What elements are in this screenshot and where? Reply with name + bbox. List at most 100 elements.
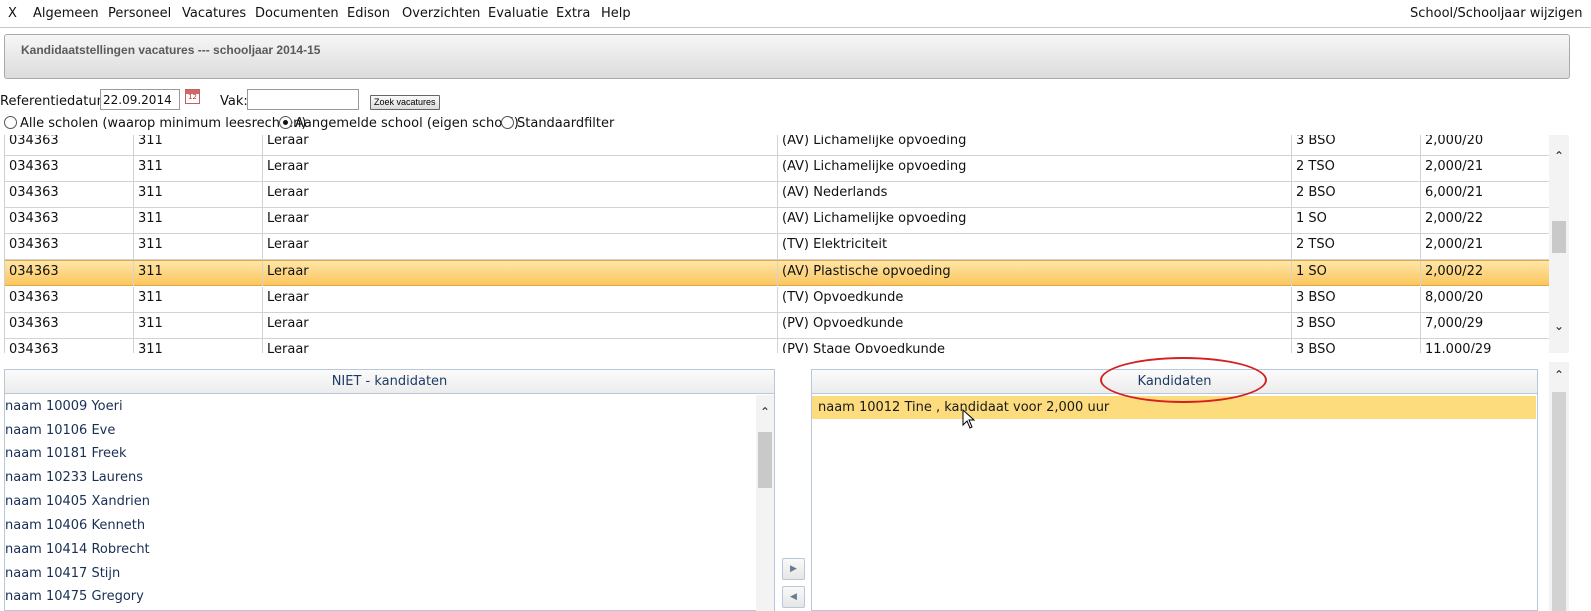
cell-number: 311 [134, 261, 263, 286]
cell-number: 311 [134, 339, 263, 353]
cell-function: Leraar [263, 287, 778, 312]
vacancy-table-scrollbar[interactable]: ⌃ ⌄ [1549, 135, 1569, 353]
menu-algemeen[interactable]: Algemeen [33, 6, 99, 21]
cell-grade: 1 SO [1292, 261, 1421, 286]
table-row[interactable]: 034363 311 Leraar (AV) Nederlands 2 BSO … [5, 182, 1549, 208]
table-row-selected[interactable]: 034363 311 Leraar (AV) Plastische opvoed… [5, 260, 1549, 286]
table-row[interactable]: 034363 311 Leraar (AV) Lichamelijke opvo… [5, 208, 1549, 234]
list-item[interactable]: naam 10417 Stijn [5, 563, 120, 585]
cell-function: Leraar [263, 261, 778, 286]
cell-code: 034363 [5, 287, 134, 312]
cell-subject: (TV) Opvoedkunde [778, 287, 1292, 312]
cell-grade: 3 BSO [1292, 313, 1421, 338]
cell-function: Leraar [263, 208, 778, 233]
search-vacancies-button[interactable]: Zoek vacatures [370, 95, 440, 110]
list-item[interactable]: naam 10475 Gregory [5, 586, 144, 608]
cell-hours: 2,000/20 [1421, 135, 1549, 155]
cell-subject: (AV) Lichamelijke opvoeding [778, 135, 1292, 155]
menu-bar: X Algemeen Personeel Vacatures Documente… [0, 0, 1591, 28]
menu-vacatures[interactable]: Vacatures [182, 6, 246, 21]
table-row[interactable]: 034363 311 Leraar (TV) Elektriciteit 2 T… [5, 234, 1549, 260]
cell-function: Leraar [263, 339, 778, 353]
cell-number: 311 [134, 313, 263, 338]
scrollbar-thumb[interactable] [758, 432, 772, 488]
list-item[interactable]: naam 10009 Yoeri [5, 396, 123, 418]
page-header: Kandidaatstellingen vacatures --- school… [4, 34, 1570, 79]
calendar-icon[interactable] [185, 89, 200, 104]
cell-subject: (PV) Opvoedkunde [778, 313, 1292, 338]
cell-hours: 2,000/22 [1421, 208, 1549, 233]
menu-documenten[interactable]: Documenten [255, 6, 339, 21]
scroll-up-icon[interactable]: ⌃ [1551, 149, 1567, 163]
cell-code: 034363 [5, 156, 134, 181]
vak-input[interactable] [247, 89, 359, 110]
cell-function: Leraar [263, 182, 778, 207]
cell-grade: 3 BSO [1292, 287, 1421, 312]
table-row[interactable]: 034363 311 Leraar (AV) Lichamelijke opvo… [5, 156, 1549, 182]
scroll-down-icon[interactable]: ⌄ [1551, 319, 1567, 333]
cell-grade: 3 BSO [1292, 339, 1421, 353]
non-candidates-header: NIET - kandidaten [5, 370, 774, 394]
radio-own-school[interactable] [279, 116, 292, 129]
table-row[interactable]: 034363 311 Leraar (PV) Opvoedkunde 3 BSO… [5, 313, 1549, 339]
candidates-scrollbar[interactable]: ⌃ [1549, 362, 1569, 611]
non-candidates-scrollbar[interactable]: ⌃ [756, 395, 774, 611]
cell-grade: 1 SO [1292, 208, 1421, 233]
cell-hours: 2,000/22 [1421, 261, 1549, 286]
cell-subject: (AV) Nederlands [778, 182, 1292, 207]
list-item[interactable]: naam 10405 Xandrien [5, 491, 150, 513]
menu-overzichten[interactable]: Overzichten [402, 6, 480, 21]
table-row[interactable]: 034363 311 Leraar (PV) Stage Opvoedkunde… [5, 339, 1549, 353]
candidate-item-selected[interactable]: naam 10012 Tine , kandidaat voor 2,000 u… [812, 396, 1536, 419]
candidates-header: Kandidaten [812, 370, 1537, 394]
scroll-up-icon[interactable]: ⌃ [757, 405, 773, 419]
cell-subject: (TV) Elektriciteit [778, 234, 1292, 259]
menu-edison[interactable]: Edison [347, 6, 390, 21]
move-left-icon[interactable]: ◀ [782, 586, 805, 608]
cell-hours: 2,000/21 [1421, 234, 1549, 259]
menu-extra[interactable]: Extra [556, 6, 590, 21]
cell-hours: 11,000/29 [1421, 339, 1549, 353]
cell-code: 034363 [5, 208, 134, 233]
table-row[interactable]: 034363 311 Leraar (TV) Opvoedkunde 3 BSO… [5, 287, 1549, 313]
cell-code: 034363 [5, 135, 134, 155]
cell-function: Leraar [263, 313, 778, 338]
menu-evaluatie[interactable]: Evaluatie [488, 6, 548, 21]
scrollbar-thumb[interactable] [1552, 392, 1566, 611]
cell-hours: 2,000/21 [1421, 156, 1549, 181]
cell-hours: 6,000/21 [1421, 182, 1549, 207]
scrollbar-thumb[interactable] [1552, 221, 1566, 253]
close-menu-item[interactable]: X [8, 6, 17, 21]
cell-subject: (AV) Lichamelijke opvoeding [778, 208, 1292, 233]
reference-date-label: Referentiedatum: [0, 94, 114, 109]
table-row[interactable]: 034363 311 Leraar (AV) Lichamelijke opvo… [5, 135, 1549, 156]
list-item[interactable]: naam 10181 Freek [5, 443, 127, 465]
list-item[interactable]: naam 10106 Eve [5, 420, 115, 442]
cell-grade: 2 TSO [1292, 234, 1421, 259]
cell-number: 311 [134, 156, 263, 181]
menu-personeel[interactable]: Personeel [108, 6, 171, 21]
cell-hours: 8,000/20 [1421, 287, 1549, 312]
vacancy-table: 034363 311 Leraar (AV) Lichamelijke opvo… [4, 135, 1549, 353]
cell-code: 034363 [5, 261, 134, 286]
cell-function: Leraar [263, 135, 778, 155]
list-item[interactable]: naam 10414 Robrecht [5, 539, 150, 561]
cell-number: 311 [134, 208, 263, 233]
list-item[interactable]: naam 10406 Kenneth [5, 515, 145, 537]
cell-number: 311 [134, 182, 263, 207]
list-item[interactable]: naam 10233 Laurens [5, 467, 143, 489]
reference-date-input[interactable] [100, 89, 180, 110]
cell-code: 034363 [5, 182, 134, 207]
radio-standard-filter[interactable] [501, 116, 514, 129]
move-right-icon[interactable]: ▶ [782, 558, 805, 580]
cell-subject: (PV) Stage Opvoedkunde [778, 339, 1292, 353]
school-year-switch-link[interactable]: School/Schooljaar wijzigen [1410, 6, 1583, 21]
mouse-cursor-icon [962, 409, 976, 429]
radio-standard-filter-label: Standaardfilter [517, 116, 615, 131]
menu-help[interactable]: Help [601, 6, 631, 21]
cell-code: 034363 [5, 234, 134, 259]
radio-all-schools[interactable] [4, 116, 17, 129]
cell-hours: 7,000/29 [1421, 313, 1549, 338]
scroll-up-icon[interactable]: ⌃ [1551, 368, 1567, 382]
cell-number: 311 [134, 135, 263, 155]
